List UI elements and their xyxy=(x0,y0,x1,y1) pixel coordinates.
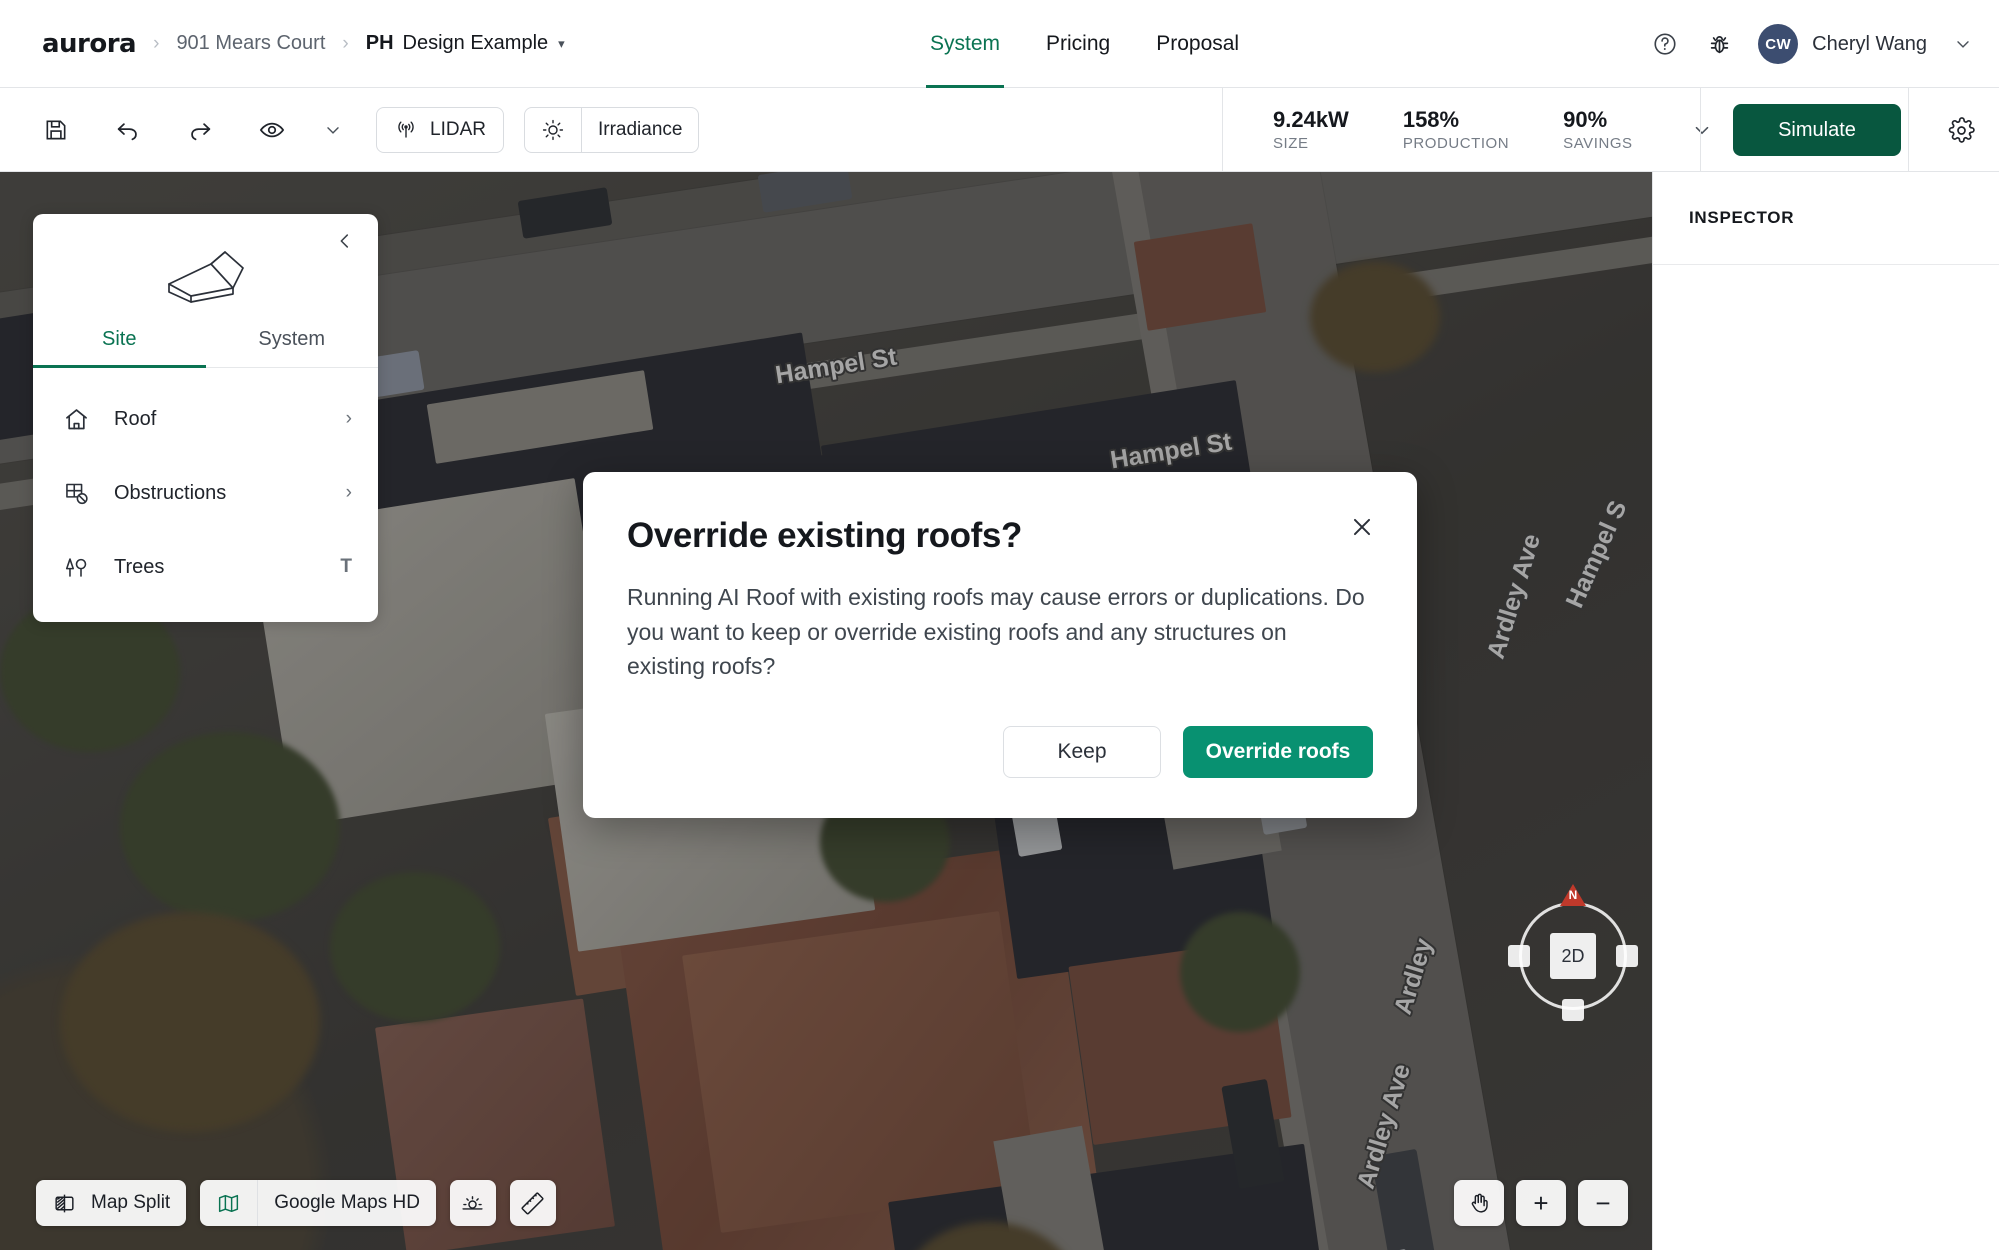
app-root: Hampel St Hampel St Hampel S Ardley Ave Ardl… xyxy=(0,0,1999,1250)
keep-button[interactable]: Keep xyxy=(1003,725,1161,778)
override-roofs-dialog: Override existing roofs? Running AI Roof… xyxy=(583,472,1417,818)
modal-overlay: Override existing roofs? Running AI Roof… xyxy=(0,0,1999,1250)
dialog-title: Override existing roofs? xyxy=(627,516,1022,555)
dialog-actions: Keep Override roofs xyxy=(627,725,1373,778)
override-roofs-button[interactable]: Override roofs xyxy=(1183,725,1373,778)
close-x-icon[interactable] xyxy=(1345,510,1379,544)
dialog-body-text: Running AI Roof with existing roofs may … xyxy=(627,584,1365,679)
